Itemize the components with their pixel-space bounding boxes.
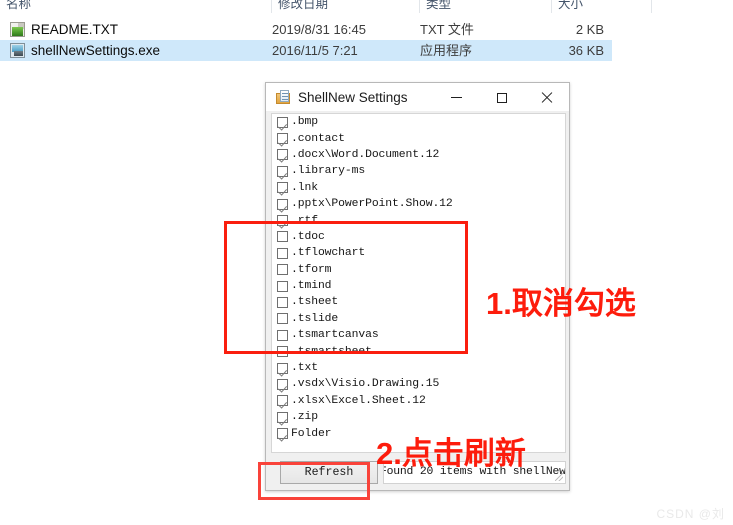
list-item-label: .bmp xyxy=(291,116,318,129)
list-item-label: .lnk xyxy=(291,181,318,194)
list-item-label: .contact xyxy=(291,132,345,145)
table-row[interactable]: README.TXT 2019/8/31 16:45 TXT 文件 2 KB xyxy=(0,19,612,40)
list-item-label: .txt xyxy=(291,362,318,375)
list-item[interactable]: .zip xyxy=(272,409,565,425)
checkbox-checked-icon[interactable] xyxy=(277,428,288,440)
maximize-icon[interactable] xyxy=(479,83,524,112)
column-header-spacer xyxy=(652,0,733,13)
list-item[interactable]: .library-ms xyxy=(272,163,565,179)
list-item[interactable]: .xlsx\Excel.Sheet.12 xyxy=(272,393,565,409)
list-item-label: .zip xyxy=(291,411,318,424)
dialog-title-bar[interactable]: ShellNew Settings xyxy=(266,83,569,112)
list-item-label: .xlsx\Excel.Sheet.12 xyxy=(291,394,426,407)
file-size: 2 KB xyxy=(575,22,604,37)
file-date-modified: 2016/11/5 7:21 xyxy=(272,43,358,58)
shellnew-app-icon xyxy=(276,90,291,105)
list-item[interactable]: .txt xyxy=(272,360,565,376)
list-item[interactable]: .bmp xyxy=(272,114,565,130)
checkbox-checked-icon[interactable] xyxy=(277,362,288,374)
resize-grip-icon[interactable] xyxy=(555,473,563,481)
checkbox-checked-icon[interactable] xyxy=(277,133,288,145)
list-item-label: .docx\Word.Document.12 xyxy=(291,148,440,161)
dialog-title: ShellNew Settings xyxy=(298,90,408,105)
file-size: 36 KB xyxy=(568,43,604,58)
annotation-step-1: 1.取消勾选 xyxy=(486,286,636,321)
annotation-box-uncheck-region xyxy=(224,221,468,354)
checkbox-checked-icon[interactable] xyxy=(277,116,288,128)
application-exe-icon xyxy=(10,43,25,58)
column-header-size[interactable]: 大小 xyxy=(552,0,652,13)
checkbox-checked-icon[interactable] xyxy=(277,182,288,194)
screenshot-root: 名称 修改日期 类型 大小 README.TXT 2019/8/31 16:45… xyxy=(0,0,733,525)
list-item[interactable]: .vsdx\Visio.Drawing.15 xyxy=(272,376,565,392)
checkbox-checked-icon[interactable] xyxy=(277,395,288,407)
text-file-icon xyxy=(10,22,25,37)
annotation-box-refresh-button xyxy=(258,462,370,500)
watermark: CSDN @刘 xyxy=(656,507,725,521)
minimize-icon[interactable] xyxy=(434,83,479,112)
column-header-name[interactable]: 名称 xyxy=(0,0,272,13)
explorer-column-headers: 名称 修改日期 类型 大小 xyxy=(0,0,733,13)
list-item[interactable]: .docx\Word.Document.12 xyxy=(272,147,565,163)
list-item[interactable]: .pptx\PowerPoint.Show.12 xyxy=(272,196,565,212)
list-item-label: .pptx\PowerPoint.Show.12 xyxy=(291,198,453,211)
checkbox-checked-icon[interactable] xyxy=(277,165,288,177)
list-item[interactable]: .contact xyxy=(272,130,565,146)
column-header-date-modified[interactable]: 修改日期 xyxy=(272,0,420,13)
file-type: TXT 文件 xyxy=(420,22,474,37)
close-icon[interactable] xyxy=(524,83,569,112)
table-row[interactable]: shellNewSettings.exe 2016/11/5 7:21 应用程序… xyxy=(0,40,612,61)
file-name: shellNewSettings.exe xyxy=(31,43,161,58)
checkbox-checked-icon[interactable] xyxy=(277,378,288,390)
list-item-label: .vsdx\Visio.Drawing.15 xyxy=(291,378,440,391)
column-header-type[interactable]: 类型 xyxy=(420,0,552,13)
checkbox-checked-icon[interactable] xyxy=(277,198,288,210)
checkbox-checked-icon[interactable] xyxy=(277,149,288,161)
file-type: 应用程序 xyxy=(420,43,473,58)
checkbox-checked-icon[interactable] xyxy=(277,411,288,423)
annotation-step-2: 2.点击刷新 xyxy=(376,436,526,471)
file-explorer-list: 名称 修改日期 类型 大小 README.TXT 2019/8/31 16:45… xyxy=(0,0,733,62)
file-date-modified: 2019/8/31 16:45 xyxy=(272,22,366,37)
list-item-label: .library-ms xyxy=(291,165,366,178)
file-name: README.TXT xyxy=(31,22,119,37)
list-item[interactable]: .lnk xyxy=(272,180,565,196)
list-item-label: Folder xyxy=(291,427,332,440)
